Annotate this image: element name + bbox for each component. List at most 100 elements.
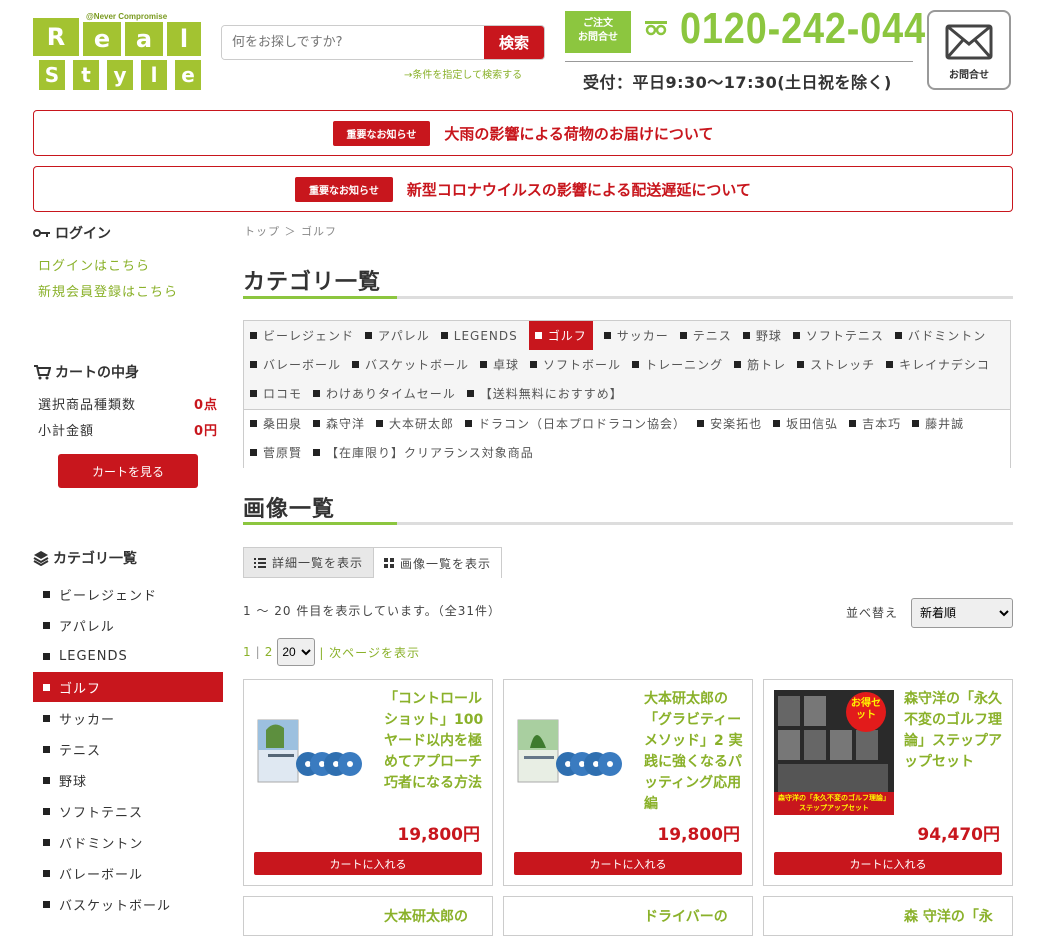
tab-image-list[interactable]: 画像一覧を表示 bbox=[373, 547, 503, 578]
category-chip-row: バレーボール バスケットボール 卓球 ソフトボール トレーニング 筋トレ ストレッチ キレイナ… bbox=[250, 350, 1001, 379]
category-chip[interactable]: テニス bbox=[679, 321, 732, 350]
tab-detail-label: 詳細一覧を表示 bbox=[272, 556, 364, 570]
notice-banner[interactable]: 重要なお知らせ 大雨の影響による荷物のお届けについて bbox=[33, 110, 1013, 156]
category-chip[interactable]: 坂田信弘 bbox=[773, 409, 838, 438]
category-chip[interactable]: ドラコン（日本プロドラコン協会） bbox=[465, 409, 686, 438]
category-chip[interactable]: アパレル bbox=[365, 321, 430, 350]
category-chip[interactable]: ビーレジェンド bbox=[250, 321, 354, 350]
order-contact-button[interactable]: ご注文 お問合せ bbox=[565, 11, 631, 53]
sidebar-category-item[interactable]: バスケットボール bbox=[33, 889, 223, 919]
pager-page-2[interactable]: 2 bbox=[265, 645, 274, 659]
category-chip[interactable]: LEGENDS bbox=[440, 321, 518, 350]
category-chip[interactable]: キレイナデシコ bbox=[886, 350, 990, 379]
sidebar-category-item[interactable]: バレーボール bbox=[33, 858, 223, 888]
category-chip[interactable]: 森守洋 bbox=[313, 409, 365, 438]
category-chip[interactable]: ソフトボール bbox=[530, 350, 621, 379]
sidebar-category-item[interactable]: LEGENDS bbox=[33, 641, 223, 671]
category-chip-label: アパレル bbox=[378, 329, 430, 343]
category-chip[interactable]: 藤井誠 bbox=[912, 409, 964, 438]
category-chip[interactable]: 筋トレ bbox=[734, 350, 786, 379]
product-card[interactable]: 「コントロールショット」100ヤード以内を極めてアプローチ巧者になる方法 19,… bbox=[243, 679, 493, 886]
product-card[interactable]: 森 守洋の「永 bbox=[763, 896, 1013, 936]
product-card[interactable]: 大本研太郎の bbox=[243, 896, 493, 936]
category-chip[interactable]: 桑田泉 bbox=[250, 409, 302, 438]
category-chip-label: 卓球 bbox=[493, 358, 520, 372]
category-chip[interactable]: 安楽拓也 bbox=[697, 409, 762, 438]
add-to-cart-button[interactable]: カートに入れる bbox=[514, 852, 742, 875]
view-cart-button[interactable]: カートを見る bbox=[58, 454, 198, 488]
next-page-link[interactable]: | 次ページを表示 bbox=[319, 644, 420, 661]
category-chip[interactable]: ゴルフ bbox=[528, 321, 593, 350]
product-image[interactable]: お得セット 森守洋の「永久不変のゴルフ理論」ステップアップセット bbox=[774, 690, 894, 815]
search-input[interactable] bbox=[222, 26, 484, 59]
category-chip[interactable]: ソフトテニス bbox=[792, 321, 884, 350]
product-name[interactable]: 森 守洋の「永 bbox=[904, 906, 1004, 926]
sidebar-category-label: テニス bbox=[59, 743, 102, 759]
per-page-select[interactable]: 20 bbox=[277, 638, 316, 666]
notice-badge: 重要なお知らせ bbox=[332, 120, 431, 146]
product-card[interactable]: 大本研太郎の「グラビティーメソッド」2 実践に強くなるパッティング応用編 19,… bbox=[503, 679, 753, 886]
product-name[interactable]: 森守洋の「永久不変のゴルフ理論」ステップアップセット bbox=[904, 689, 1004, 773]
category-chip[interactable]: 卓球 bbox=[480, 350, 519, 379]
sort-select[interactable]: 新着順 bbox=[911, 598, 1013, 628]
product-image[interactable] bbox=[254, 690, 374, 815]
search-button[interactable]: 検索 bbox=[484, 26, 544, 59]
bullet-icon bbox=[849, 420, 857, 427]
category-chip[interactable]: 野球 bbox=[742, 321, 782, 350]
product-card[interactable]: ドライバーの bbox=[503, 896, 753, 936]
category-chip[interactable]: わけありタイムセール bbox=[313, 379, 456, 408]
category-box: ビーレジェンド アパレル LEGENDS ゴルフ サッカー テニス 野球 ソフトテニス バドミン… bbox=[243, 320, 1011, 468]
category-chip[interactable]: サッカー bbox=[603, 321, 669, 350]
tab-detail-list[interactable]: 詳細一覧を表示 bbox=[243, 547, 375, 578]
product-image[interactable] bbox=[514, 690, 634, 815]
register-link[interactable]: 新規会員登録はこちら bbox=[38, 281, 178, 300]
freedial-icon bbox=[645, 21, 667, 36]
sidebar-category-item[interactable]: 野球 bbox=[33, 765, 223, 795]
advanced-search-link[interactable]: →条件を指定して検索する bbox=[404, 66, 522, 81]
phone-number[interactable]: 0120-242-044 bbox=[680, 4, 926, 54]
category-chip-row: 桑田泉 森守洋 大本研太郎 ドラコン（日本プロドラコン協会） 安楽拓也 坂田信弘 吉本巧 藤井… bbox=[250, 409, 975, 438]
category-chip-label: トレーニング bbox=[645, 358, 724, 372]
category-chip[interactable]: 【送料無料におすすめ】 bbox=[466, 379, 623, 408]
product-name[interactable]: ドライバーの bbox=[644, 906, 744, 926]
category-chip[interactable]: 大本研太郎 bbox=[376, 409, 454, 438]
add-to-cart-button[interactable]: カートに入れる bbox=[254, 852, 482, 875]
add-to-cart-button[interactable]: カートに入れる bbox=[774, 852, 1002, 875]
site-logo[interactable]: @Never Compromise R e a l S t y l e bbox=[33, 10, 201, 90]
product-card[interactable]: お得セット 森守洋の「永久不変のゴルフ理論」ステップアップセット 森守洋の「永久… bbox=[763, 679, 1013, 886]
notice-text[interactable]: 新型コロナウイルスの影響による配送遅延について bbox=[407, 179, 751, 200]
category-chip[interactable]: ロコモ bbox=[250, 379, 302, 408]
login-heading: ログイン bbox=[33, 223, 111, 243]
category-chip[interactable]: バレーボール bbox=[250, 350, 341, 379]
category-chip[interactable]: ストレッチ bbox=[797, 350, 875, 379]
category-chip[interactable]: 吉本巧 bbox=[849, 409, 901, 438]
category-chip[interactable]: バドミントン bbox=[894, 321, 986, 350]
pager-page-1[interactable]: 1 bbox=[243, 645, 252, 659]
sidebar-category-item[interactable]: サッカー bbox=[33, 703, 223, 733]
product-name[interactable]: 大本研太郎の bbox=[384, 906, 484, 926]
bullet-icon bbox=[679, 332, 687, 339]
sidebar-category-item[interactable]: バドミントン bbox=[33, 827, 223, 857]
category-chip[interactable]: 【在庫限り】クリアランス対象商品 bbox=[313, 438, 534, 467]
notice-banner[interactable]: 重要なお知らせ 新型コロナウイルスの影響による配送遅延について bbox=[33, 166, 1013, 212]
notice-text[interactable]: 大雨の影響による荷物のお届けについて bbox=[444, 123, 713, 144]
product-name[interactable]: 大本研太郎の「グラビティーメソッド」2 実践に強くなるパッティング応用編 bbox=[644, 689, 744, 815]
category-chip-label: ストレッチ bbox=[810, 358, 876, 372]
category-chip[interactable]: バスケットボール bbox=[352, 350, 469, 379]
breadcrumb[interactable]: トップ ＞ ゴルフ bbox=[244, 223, 337, 239]
sidebar-category-item[interactable]: ビーレジェンド bbox=[33, 579, 223, 609]
login-link[interactable]: ログインはこちら bbox=[38, 255, 150, 274]
logo-letter: e bbox=[175, 60, 201, 90]
sidebar-category-item[interactable]: ゴルフ bbox=[33, 672, 223, 702]
sidebar-category-item[interactable]: ソフトテニス bbox=[33, 796, 223, 826]
category-chip[interactable]: 菅原賢 bbox=[250, 438, 302, 467]
mail-icon bbox=[945, 24, 993, 60]
sidebar-category-item[interactable]: テニス bbox=[33, 734, 223, 764]
product-name[interactable]: 「コントロールショット」100ヤード以内を極めてアプローチ巧者になる方法 bbox=[384, 689, 484, 794]
sidebar-category-item[interactable]: アパレル bbox=[33, 610, 223, 640]
contact-button[interactable]: お問合せ bbox=[927, 10, 1011, 90]
bullet-icon bbox=[250, 332, 257, 339]
category-chip[interactable]: トレーニング bbox=[632, 350, 723, 379]
category-chip-label: バレーボール bbox=[263, 358, 342, 372]
sidebar-category-label: バレーボール bbox=[59, 867, 144, 883]
